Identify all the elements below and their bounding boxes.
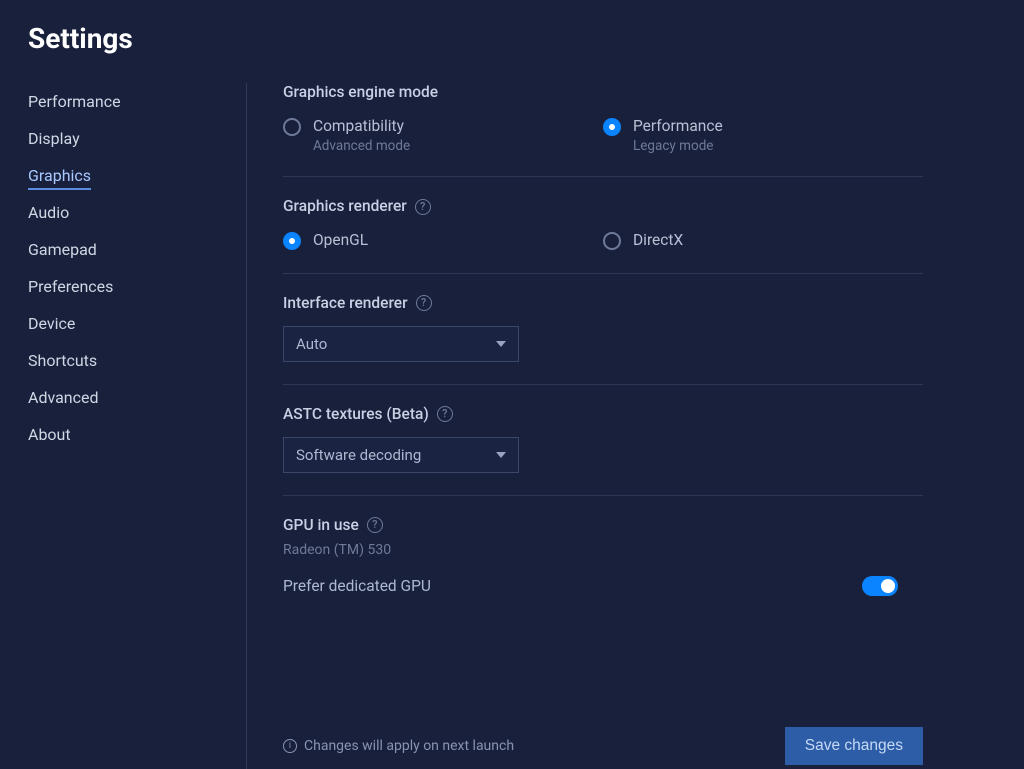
radio-label: Compatibility (313, 117, 410, 136)
astc-textures-select[interactable]: Software decoding (283, 437, 519, 473)
sidebar-item-shortcuts[interactable]: Shortcuts (28, 342, 246, 379)
sidebar-item-advanced[interactable]: Advanced (28, 379, 246, 416)
graphics-renderer-title: Graphics renderer ? (283, 197, 923, 215)
sidebar-item-about[interactable]: About (28, 416, 246, 453)
help-icon[interactable]: ? (416, 295, 432, 311)
gpu-name: Radeon (TM) 530 (283, 542, 923, 558)
radio-label: Performance (633, 117, 723, 136)
sidebar-item-performance[interactable]: Performance (28, 83, 246, 120)
settings-content: Graphics engine mode Compatibility Advan… (246, 83, 1024, 769)
save-changes-button[interactable]: Save changes (785, 727, 923, 765)
info-icon: i (283, 739, 297, 753)
radio-renderer-directx[interactable]: DirectX (603, 231, 923, 250)
sidebar-item-preferences[interactable]: Preferences (28, 268, 246, 305)
astc-textures-title: ASTC textures (Beta) ? (283, 405, 923, 423)
caret-down-icon (496, 452, 506, 458)
footer-note: i Changes will apply on next launch (283, 738, 514, 754)
radio-icon (283, 232, 301, 250)
section-interface-renderer: Interface renderer ? Auto (283, 294, 923, 385)
radio-label: OpenGL (313, 231, 368, 250)
interface-renderer-select[interactable]: Auto (283, 326, 519, 362)
page-title: Settings (0, 0, 1024, 55)
caret-down-icon (496, 341, 506, 347)
sidebar-item-gamepad[interactable]: Gamepad (28, 231, 246, 268)
section-astc-textures: ASTC textures (Beta) ? Software decoding (283, 405, 923, 496)
help-icon[interactable]: ? (437, 406, 453, 422)
prefer-dedicated-gpu-label: Prefer dedicated GPU (283, 577, 431, 595)
gpu-title: GPU in use ? (283, 516, 923, 534)
radio-icon (603, 232, 621, 250)
sidebar-item-graphics[interactable]: Graphics (28, 157, 246, 194)
select-value: Software decoding (296, 446, 421, 464)
radio-sublabel: Legacy mode (633, 138, 723, 154)
radio-engine-compatibility[interactable]: Compatibility Advanced mode (283, 117, 603, 154)
sidebar-item-display[interactable]: Display (28, 120, 246, 157)
select-value: Auto (296, 335, 327, 353)
interface-renderer-title: Interface renderer ? (283, 294, 923, 312)
radio-label: DirectX (633, 231, 683, 250)
help-icon[interactable]: ? (415, 199, 431, 215)
settings-sidebar: Performance Display Graphics Audio Gamep… (0, 83, 246, 769)
section-graphics-renderer: Graphics renderer ? OpenGL DirectX (283, 197, 923, 273)
section-gpu: GPU in use ? Radeon (TM) 530 Prefer dedi… (283, 516, 923, 618)
radio-sublabel: Advanced mode (313, 138, 410, 154)
footer: i Changes will apply on next launch Save… (283, 727, 923, 765)
sidebar-item-audio[interactable]: Audio (28, 194, 246, 231)
section-graphics-engine: Graphics engine mode Compatibility Advan… (283, 83, 923, 177)
radio-icon (603, 118, 621, 136)
sidebar-item-device[interactable]: Device (28, 305, 246, 342)
radio-icon (283, 118, 301, 136)
radio-engine-performance[interactable]: Performance Legacy mode (603, 117, 923, 154)
radio-renderer-opengl[interactable]: OpenGL (283, 231, 603, 250)
help-icon[interactable]: ? (367, 517, 383, 533)
graphics-engine-title: Graphics engine mode (283, 83, 923, 101)
prefer-dedicated-gpu-toggle[interactable] (862, 576, 898, 596)
